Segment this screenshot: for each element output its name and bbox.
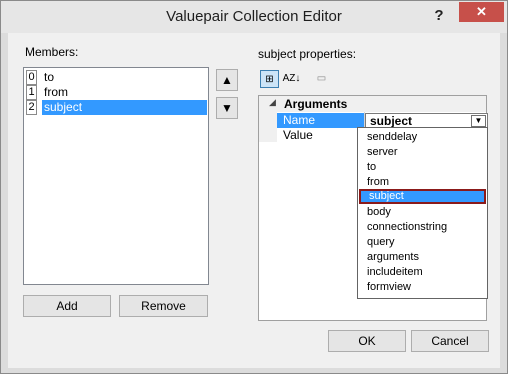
- name-dropdown-list[interactable]: senddelay server to from subject body co…: [357, 127, 488, 299]
- property-name-name[interactable]: Name: [277, 113, 364, 128]
- move-up-button[interactable]: ▲: [216, 69, 238, 91]
- move-down-button[interactable]: ▼: [216, 97, 238, 119]
- dropdown-option[interactable]: includeitem: [359, 265, 486, 280]
- member-name: to: [44, 70, 55, 84]
- dropdown-option[interactable]: arguments: [359, 250, 486, 265]
- cancel-button[interactable]: Cancel: [411, 330, 489, 352]
- list-item[interactable]: 0 to: [25, 70, 207, 85]
- add-button[interactable]: Add: [23, 295, 111, 317]
- dropdown-option[interactable]: senddelay: [359, 130, 486, 145]
- category-row[interactable]: ◢ Arguments: [259, 96, 486, 112]
- property-value-text: subject: [370, 114, 413, 128]
- members-list[interactable]: 0 to 1 from 2 subject: [23, 67, 209, 285]
- properties-label: subject properties:: [258, 47, 357, 61]
- dropdown-option[interactable]: server: [359, 145, 486, 160]
- alphabetical-sort-icon[interactable]: AZ↓: [282, 70, 301, 88]
- grid-gutter: [259, 112, 277, 142]
- dropdown-option[interactable]: connectionstring: [359, 220, 486, 235]
- categorized-icon[interactable]: ⊞: [260, 70, 279, 88]
- help-button[interactable]: ?: [429, 5, 449, 27]
- member-index: 0: [26, 70, 37, 85]
- list-item-selected[interactable]: 2 subject: [25, 100, 207, 115]
- collection-editor-window: Valuepair Collection Editor ? ✕ Members:…: [0, 0, 508, 374]
- close-button[interactable]: ✕: [459, 2, 504, 22]
- dropdown-option[interactable]: formview: [359, 280, 486, 295]
- member-name: subject: [42, 100, 207, 115]
- title-bar: Valuepair Collection Editor ? ✕: [1, 1, 507, 33]
- collapse-icon[interactable]: ◢: [269, 97, 276, 108]
- dropdown-option[interactable]: from: [359, 175, 486, 190]
- category-label: Arguments: [284, 97, 348, 111]
- arrow-down-icon: ▼: [221, 101, 233, 115]
- member-index: 2: [26, 100, 37, 115]
- dropdown-option[interactable]: query: [359, 235, 486, 250]
- member-index: 1: [26, 85, 37, 100]
- chevron-down-icon[interactable]: ▼: [471, 115, 486, 127]
- members-label: Members:: [25, 45, 79, 59]
- dropdown-option[interactable]: body: [359, 205, 486, 220]
- member-name: from: [44, 85, 68, 99]
- ok-button[interactable]: OK: [328, 330, 406, 352]
- property-pages-icon[interactable]: ▭: [312, 70, 331, 88]
- dropdown-option[interactable]: to: [359, 160, 486, 175]
- arrow-up-icon: ▲: [221, 73, 233, 87]
- list-item[interactable]: 1 from: [25, 85, 207, 100]
- property-name-value[interactable]: Value: [277, 128, 364, 143]
- dropdown-option-selected[interactable]: subject: [359, 189, 486, 204]
- property-grid-toolbar: ⊞ AZ↓ ▭: [258, 67, 487, 90]
- remove-button[interactable]: Remove: [119, 295, 208, 317]
